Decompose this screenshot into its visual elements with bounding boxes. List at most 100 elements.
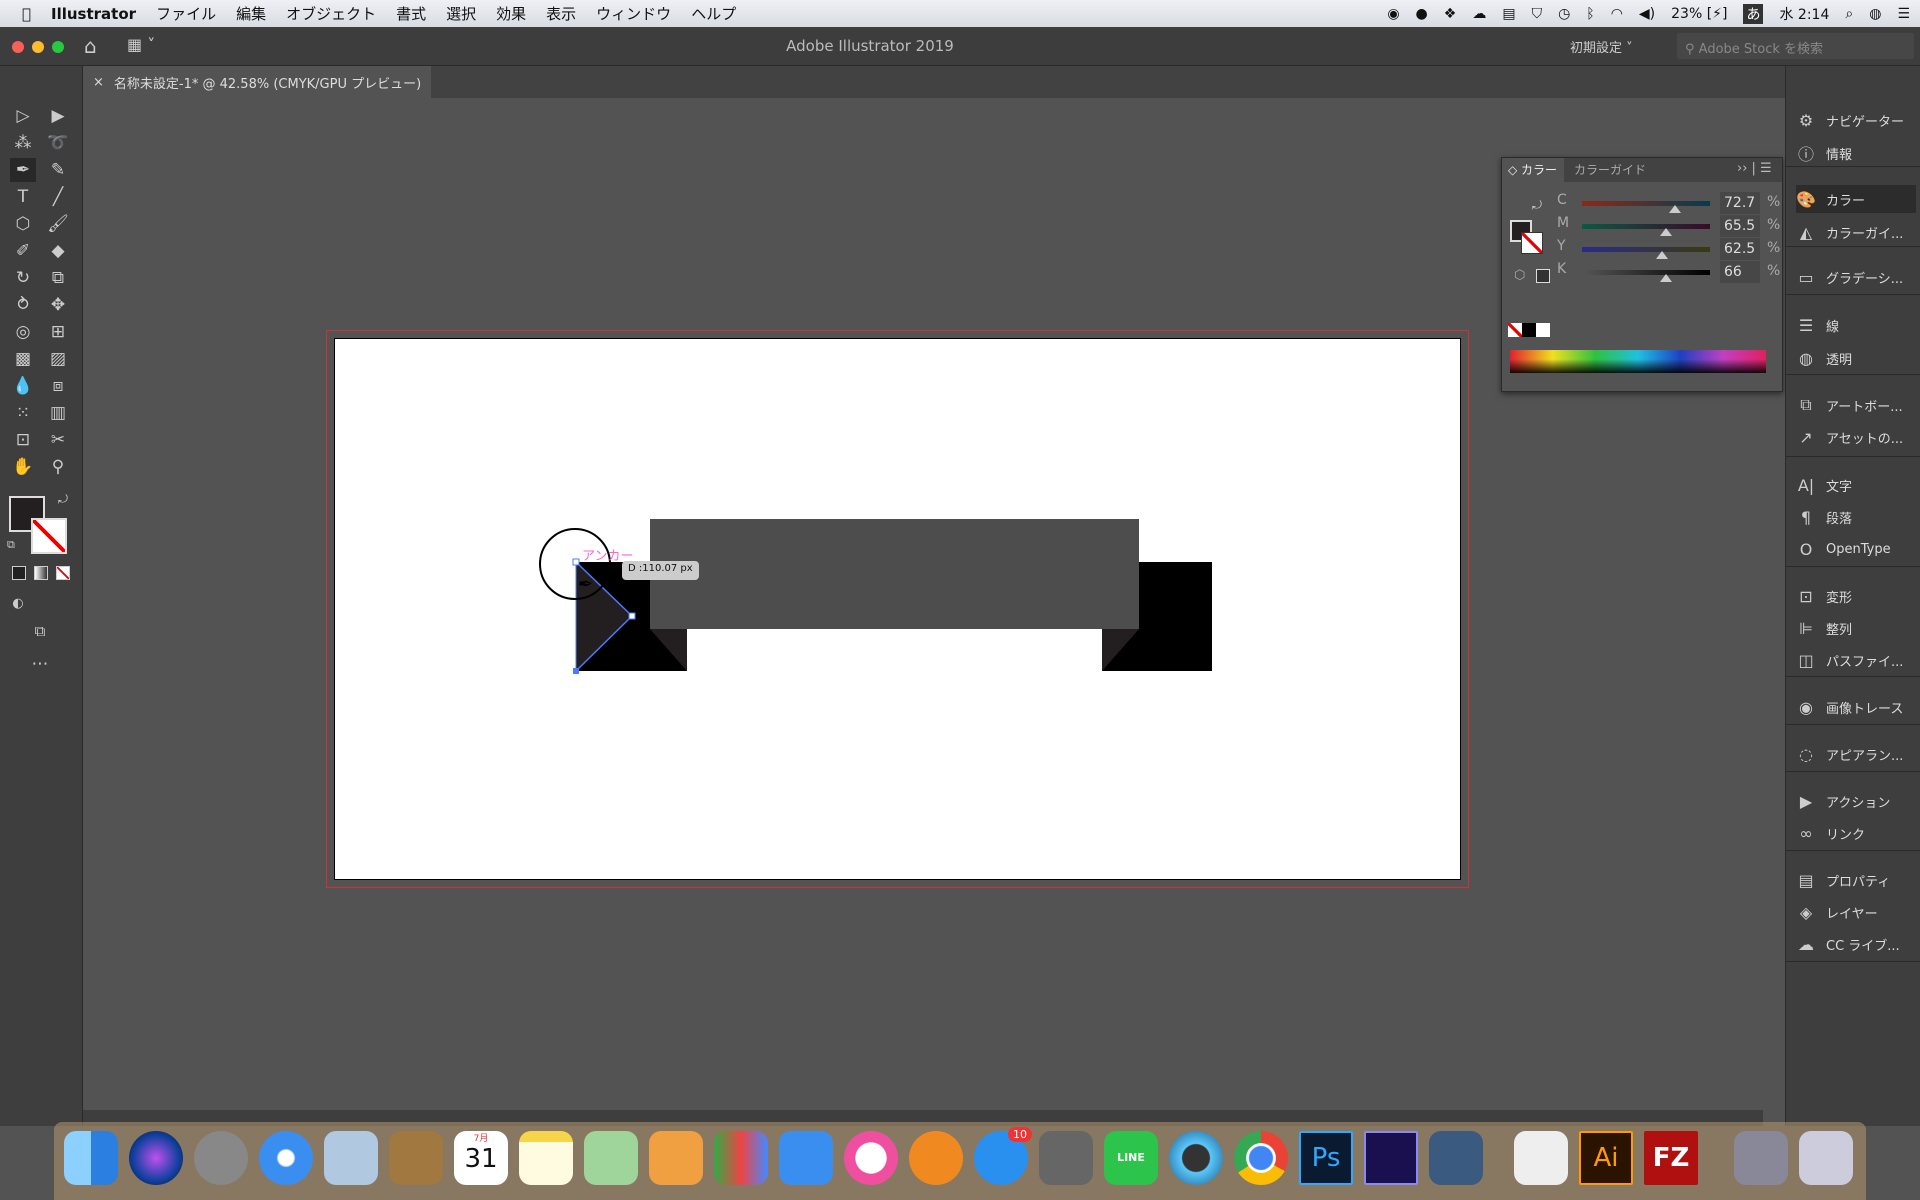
channel-label: K: [1557, 261, 1567, 277]
calendar-icon[interactable]: 7月 31: [454, 1131, 508, 1185]
maps-icon[interactable]: [584, 1131, 638, 1185]
panel-button-palette[interactable]: 🎨 カラー: [1796, 185, 1916, 213]
web-safe-swatch[interactable]: [1536, 269, 1550, 283]
transparency-icon: ◍: [1799, 348, 1813, 368]
panel-group-divider: [1786, 961, 1920, 962]
out-of-gamut-icon[interactable]: ⬡: [1514, 268, 1525, 283]
illustrator-icon[interactable]: Ai: [1579, 1131, 1633, 1185]
panel-button-link[interactable]: ∞ リンク: [1796, 819, 1916, 847]
trash-icon[interactable]: [1799, 1131, 1853, 1185]
panel-label: アピアラン...: [1826, 748, 1904, 764]
launchpad-icon[interactable]: [194, 1131, 248, 1185]
slider-thumb[interactable]: [1669, 205, 1682, 213]
media-encoder-icon[interactable]: [1364, 1131, 1418, 1185]
finder-icon[interactable]: [64, 1131, 118, 1185]
textedit-icon[interactable]: [1514, 1131, 1568, 1185]
white-swatch[interactable]: [1536, 323, 1550, 337]
photos-stack-icon[interactable]: [1734, 1131, 1788, 1185]
panel-button-play[interactable]: ▶ アクション: [1796, 787, 1916, 815]
app-store-icon[interactable]: 10: [974, 1127, 1032, 1185]
panel-button-properties[interactable]: ▤ プロパティ: [1796, 866, 1916, 894]
slider-thumb[interactable]: [1659, 228, 1672, 236]
slider-thumb[interactable]: [1660, 274, 1673, 282]
slider-track[interactable]: [1582, 201, 1710, 206]
panel-button-pathfinder[interactable]: ◫ パスファイ...: [1796, 646, 1916, 674]
system-preferences-icon[interactable]: [1039, 1131, 1093, 1185]
panel-label: アセットの...: [1826, 431, 1904, 447]
none-swatch[interactable]: [1508, 323, 1522, 337]
books-icon[interactable]: [909, 1131, 963, 1185]
panel-label: 段落: [1826, 511, 1853, 527]
stroke-swatch[interactable]: [1521, 232, 1543, 254]
filezilla-icon[interactable]: FZ: [1644, 1131, 1698, 1185]
panel-button-transform[interactable]: ⊡ 変形: [1796, 582, 1916, 610]
panel-button-transparency[interactable]: ◍ 透明: [1796, 344, 1916, 372]
slider-track[interactable]: [1582, 247, 1710, 252]
pen-cursor-icon: ✒: [578, 574, 593, 595]
panel-label: アートボー...: [1826, 399, 1903, 415]
panel-button-image-trace[interactable]: ◉ 画像トレース: [1796, 693, 1916, 721]
transform-icon: ⊡: [1799, 586, 1813, 606]
swap-icon[interactable]: ⤾: [1532, 198, 1542, 213]
channel-value-input[interactable]: 72.7: [1720, 192, 1760, 214]
channel-value-input[interactable]: 66: [1720, 261, 1760, 283]
quicktime-icon[interactable]: [1169, 1131, 1223, 1185]
chrome-icon[interactable]: [1234, 1131, 1288, 1185]
panel-button-stroke[interactable]: ☰ 線: [1796, 311, 1916, 339]
panel-button-paragraph[interactable]: ¶ 段落: [1796, 503, 1916, 531]
slider-track[interactable]: [1582, 224, 1710, 229]
stroke-icon: ☰: [1798, 315, 1814, 335]
keynote-icon[interactable]: [779, 1131, 833, 1185]
ribbon-center-band[interactable]: [650, 519, 1139, 629]
pages-icon[interactable]: [649, 1131, 703, 1185]
line-app-icon[interactable]: LINE: [1104, 1131, 1158, 1185]
panel-label: 透明: [1826, 352, 1853, 368]
play-icon: ▶: [1799, 791, 1813, 811]
panel-button-opentype[interactable]: O OpenType: [1796, 535, 1916, 563]
tab-color-guide[interactable]: カラーガイド: [1574, 158, 1646, 182]
panel-button-gradient[interactable]: ▭ グラデーシ...: [1796, 263, 1916, 291]
anchor-point[interactable]: [572, 558, 580, 566]
anchor-point[interactable]: [573, 668, 579, 674]
anchor-point[interactable]: [628, 612, 636, 620]
numbers-icon[interactable]: [714, 1131, 768, 1185]
safari-icon[interactable]: [259, 1131, 313, 1185]
panel-button-compass[interactable]: ⚙ ナビゲーター: [1796, 106, 1916, 134]
panel-button-layers[interactable]: ◈ レイヤー: [1796, 898, 1916, 926]
black-swatch[interactable]: [1522, 323, 1536, 337]
mail-icon[interactable]: [324, 1131, 378, 1185]
tab-color[interactable]: ◇ カラー: [1502, 158, 1564, 182]
panel-button-color-guide[interactable]: ◭ カラーガイ...: [1796, 218, 1916, 246]
panel-label: パスファイ...: [1826, 654, 1904, 670]
channel-value-input[interactable]: 62.5: [1720, 238, 1760, 260]
panel-button-info[interactable]: ⓘ 情報: [1796, 139, 1916, 167]
photoshop-icon[interactable]: Ps: [1299, 1131, 1353, 1185]
calendar-month: 7月: [473, 1134, 489, 1144]
itunes-icon[interactable]: [844, 1131, 898, 1185]
color-spectrum[interactable]: [1510, 350, 1766, 373]
panel-label: ナビゲーター: [1826, 114, 1905, 130]
panel-group-divider: [1786, 850, 1920, 851]
notes-icon[interactable]: [519, 1131, 573, 1185]
panel-button-character[interactable]: A| 文字: [1796, 471, 1916, 499]
contacts-icon[interactable]: [389, 1131, 443, 1185]
panel-button-export[interactable]: ↗ アセットの...: [1796, 423, 1916, 451]
bull-app-icon[interactable]: [1429, 1131, 1483, 1185]
cc-libraries-icon: ☁: [1798, 934, 1814, 954]
panel-button-appearance[interactable]: ◌ アピアラン...: [1796, 740, 1916, 768]
opentype-icon: O: [1799, 539, 1813, 559]
percent-label: %: [1767, 263, 1781, 279]
panel-label: アクション: [1826, 795, 1891, 811]
panel-button-align[interactable]: ⊫ 整列: [1796, 614, 1916, 642]
panel-menu-icon[interactable]: ›› | ☰: [1737, 161, 1772, 176]
dock: 7月 31 10 LINE Ps Ai FZ: [54, 1122, 1866, 1200]
panel-button-artboard[interactable]: ⧉ アートボー...: [1796, 391, 1916, 419]
channel-value-input[interactable]: 65.5: [1720, 215, 1760, 237]
appearance-icon: ◌: [1799, 744, 1813, 764]
slider-track[interactable]: [1582, 270, 1710, 275]
panel-button-cc-libraries[interactable]: ☁ CC ライブ...: [1796, 930, 1916, 958]
slider-m: M 65.5 %: [1557, 215, 1782, 237]
siri-icon[interactable]: [129, 1131, 183, 1185]
panel-label: カラー: [1826, 193, 1866, 209]
slider-thumb[interactable]: [1656, 251, 1668, 259]
